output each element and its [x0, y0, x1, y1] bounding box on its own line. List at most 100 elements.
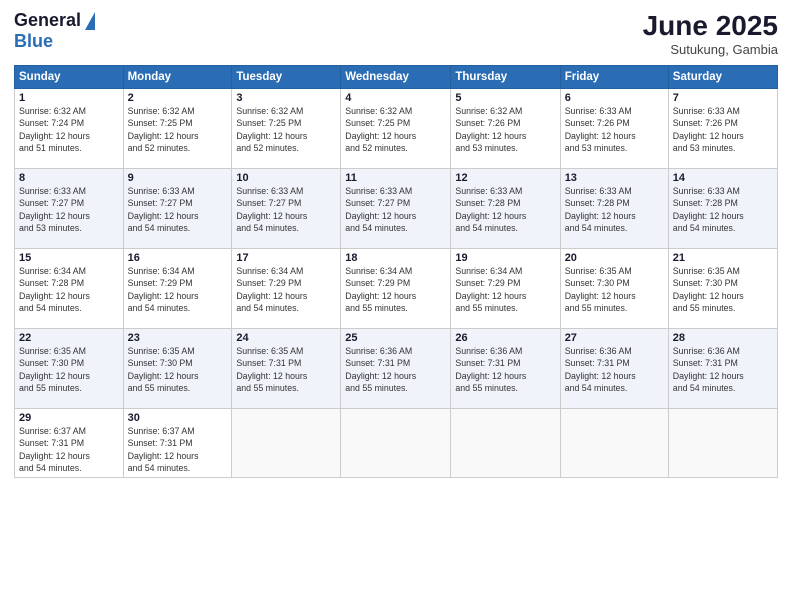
day-number: 4: [345, 92, 446, 104]
day-number: 1: [19, 92, 119, 104]
calendar-week-row: 22Sunrise: 6:35 AM Sunset: 7:30 PM Dayli…: [15, 329, 778, 409]
day-info: Sunrise: 6:33 AM Sunset: 7:27 PM Dayligh…: [345, 185, 446, 234]
day-number: 18: [345, 252, 446, 264]
calendar-day-cell: [451, 409, 560, 478]
day-info: Sunrise: 6:33 AM Sunset: 7:27 PM Dayligh…: [236, 185, 336, 234]
logo-triangle-icon: [85, 12, 95, 30]
day-info: Sunrise: 6:34 AM Sunset: 7:29 PM Dayligh…: [236, 265, 336, 314]
calendar-day-cell: 7Sunrise: 6:33 AM Sunset: 7:26 PM Daylig…: [668, 89, 777, 169]
calendar-day-cell: 11Sunrise: 6:33 AM Sunset: 7:27 PM Dayli…: [341, 169, 451, 249]
day-info: Sunrise: 6:33 AM Sunset: 7:27 PM Dayligh…: [128, 185, 228, 234]
day-number: 22: [19, 332, 119, 344]
day-info: Sunrise: 6:32 AM Sunset: 7:24 PM Dayligh…: [19, 105, 119, 154]
day-number: 21: [673, 252, 773, 264]
calendar-day-cell: 27Sunrise: 6:36 AM Sunset: 7:31 PM Dayli…: [560, 329, 668, 409]
calendar-day-cell: 28Sunrise: 6:36 AM Sunset: 7:31 PM Dayli…: [668, 329, 777, 409]
day-info: Sunrise: 6:34 AM Sunset: 7:29 PM Dayligh…: [128, 265, 228, 314]
calendar-day-cell: 6Sunrise: 6:33 AM Sunset: 7:26 PM Daylig…: [560, 89, 668, 169]
header: General Blue June 2025 Sutukung, Gambia: [14, 10, 778, 57]
day-info: Sunrise: 6:35 AM Sunset: 7:31 PM Dayligh…: [236, 345, 336, 394]
calendar-week-row: 15Sunrise: 6:34 AM Sunset: 7:28 PM Dayli…: [15, 249, 778, 329]
calendar-week-row: 29Sunrise: 6:37 AM Sunset: 7:31 PM Dayli…: [15, 409, 778, 478]
day-info: Sunrise: 6:37 AM Sunset: 7:31 PM Dayligh…: [128, 425, 228, 474]
calendar-day-cell: 9Sunrise: 6:33 AM Sunset: 7:27 PM Daylig…: [123, 169, 232, 249]
day-number: 2: [128, 92, 228, 104]
day-number: 11: [345, 172, 446, 184]
calendar-day-cell: 22Sunrise: 6:35 AM Sunset: 7:30 PM Dayli…: [15, 329, 124, 409]
day-number: 26: [455, 332, 555, 344]
calendar-day-cell: 16Sunrise: 6:34 AM Sunset: 7:29 PM Dayli…: [123, 249, 232, 329]
day-header-tuesday: Tuesday: [232, 66, 341, 89]
day-number: 9: [128, 172, 228, 184]
calendar-day-cell: 26Sunrise: 6:36 AM Sunset: 7:31 PM Dayli…: [451, 329, 560, 409]
calendar-day-cell: 18Sunrise: 6:34 AM Sunset: 7:29 PM Dayli…: [341, 249, 451, 329]
day-number: 23: [128, 332, 228, 344]
calendar-week-row: 8Sunrise: 6:33 AM Sunset: 7:27 PM Daylig…: [15, 169, 778, 249]
calendar-day-cell: [668, 409, 777, 478]
logo: General Blue: [14, 10, 95, 52]
day-info: Sunrise: 6:33 AM Sunset: 7:27 PM Dayligh…: [19, 185, 119, 234]
calendar-day-cell: 20Sunrise: 6:35 AM Sunset: 7:30 PM Dayli…: [560, 249, 668, 329]
title-area: June 2025 Sutukung, Gambia: [643, 10, 778, 57]
calendar-day-cell: 8Sunrise: 6:33 AM Sunset: 7:27 PM Daylig…: [15, 169, 124, 249]
day-number: 19: [455, 252, 555, 264]
calendar-day-cell: 30Sunrise: 6:37 AM Sunset: 7:31 PM Dayli…: [123, 409, 232, 478]
day-info: Sunrise: 6:35 AM Sunset: 7:30 PM Dayligh…: [128, 345, 228, 394]
day-number: 16: [128, 252, 228, 264]
day-number: 14: [673, 172, 773, 184]
day-info: Sunrise: 6:34 AM Sunset: 7:29 PM Dayligh…: [345, 265, 446, 314]
day-info: Sunrise: 6:36 AM Sunset: 7:31 PM Dayligh…: [673, 345, 773, 394]
day-info: Sunrise: 6:32 AM Sunset: 7:26 PM Dayligh…: [455, 105, 555, 154]
calendar-day-cell: 5Sunrise: 6:32 AM Sunset: 7:26 PM Daylig…: [451, 89, 560, 169]
day-number: 25: [345, 332, 446, 344]
day-info: Sunrise: 6:36 AM Sunset: 7:31 PM Dayligh…: [345, 345, 446, 394]
day-number: 6: [565, 92, 664, 104]
calendar-day-cell: 25Sunrise: 6:36 AM Sunset: 7:31 PM Dayli…: [341, 329, 451, 409]
day-header-friday: Friday: [560, 66, 668, 89]
calendar-day-cell: 4Sunrise: 6:32 AM Sunset: 7:25 PM Daylig…: [341, 89, 451, 169]
day-info: Sunrise: 6:33 AM Sunset: 7:28 PM Dayligh…: [673, 185, 773, 234]
calendar-day-cell: 21Sunrise: 6:35 AM Sunset: 7:30 PM Dayli…: [668, 249, 777, 329]
day-info: Sunrise: 6:33 AM Sunset: 7:26 PM Dayligh…: [565, 105, 664, 154]
page: General Blue June 2025 Sutukung, Gambia …: [0, 0, 792, 612]
day-info: Sunrise: 6:37 AM Sunset: 7:31 PM Dayligh…: [19, 425, 119, 474]
calendar-header-row: SundayMondayTuesdayWednesdayThursdayFrid…: [15, 66, 778, 89]
day-number: 28: [673, 332, 773, 344]
calendar-week-row: 1Sunrise: 6:32 AM Sunset: 7:24 PM Daylig…: [15, 89, 778, 169]
day-header-saturday: Saturday: [668, 66, 777, 89]
day-info: Sunrise: 6:35 AM Sunset: 7:30 PM Dayligh…: [673, 265, 773, 314]
day-number: 8: [19, 172, 119, 184]
day-number: 24: [236, 332, 336, 344]
day-info: Sunrise: 6:35 AM Sunset: 7:30 PM Dayligh…: [19, 345, 119, 394]
day-info: Sunrise: 6:32 AM Sunset: 7:25 PM Dayligh…: [128, 105, 228, 154]
calendar-day-cell: 17Sunrise: 6:34 AM Sunset: 7:29 PM Dayli…: [232, 249, 341, 329]
calendar-day-cell: 12Sunrise: 6:33 AM Sunset: 7:28 PM Dayli…: [451, 169, 560, 249]
day-info: Sunrise: 6:34 AM Sunset: 7:29 PM Dayligh…: [455, 265, 555, 314]
day-info: Sunrise: 6:33 AM Sunset: 7:28 PM Dayligh…: [565, 185, 664, 234]
day-number: 27: [565, 332, 664, 344]
calendar-day-cell: 19Sunrise: 6:34 AM Sunset: 7:29 PM Dayli…: [451, 249, 560, 329]
logo-general-text: General: [14, 10, 81, 31]
day-number: 3: [236, 92, 336, 104]
day-number: 7: [673, 92, 773, 104]
calendar-day-cell: 2Sunrise: 6:32 AM Sunset: 7:25 PM Daylig…: [123, 89, 232, 169]
day-info: Sunrise: 6:35 AM Sunset: 7:30 PM Dayligh…: [565, 265, 664, 314]
calendar-table: SundayMondayTuesdayWednesdayThursdayFrid…: [14, 65, 778, 478]
location-subtitle: Sutukung, Gambia: [643, 42, 778, 57]
day-number: 29: [19, 412, 119, 424]
calendar-day-cell: 29Sunrise: 6:37 AM Sunset: 7:31 PM Dayli…: [15, 409, 124, 478]
day-number: 13: [565, 172, 664, 184]
day-info: Sunrise: 6:34 AM Sunset: 7:28 PM Dayligh…: [19, 265, 119, 314]
calendar-day-cell: 1Sunrise: 6:32 AM Sunset: 7:24 PM Daylig…: [15, 89, 124, 169]
logo-blue-text: Blue: [14, 31, 53, 52]
day-info: Sunrise: 6:32 AM Sunset: 7:25 PM Dayligh…: [236, 105, 336, 154]
day-number: 20: [565, 252, 664, 264]
calendar-day-cell: [232, 409, 341, 478]
day-number: 10: [236, 172, 336, 184]
calendar-day-cell: 24Sunrise: 6:35 AM Sunset: 7:31 PM Dayli…: [232, 329, 341, 409]
day-number: 30: [128, 412, 228, 424]
day-header-monday: Monday: [123, 66, 232, 89]
calendar-day-cell: [341, 409, 451, 478]
day-info: Sunrise: 6:33 AM Sunset: 7:26 PM Dayligh…: [673, 105, 773, 154]
calendar-day-cell: 13Sunrise: 6:33 AM Sunset: 7:28 PM Dayli…: [560, 169, 668, 249]
